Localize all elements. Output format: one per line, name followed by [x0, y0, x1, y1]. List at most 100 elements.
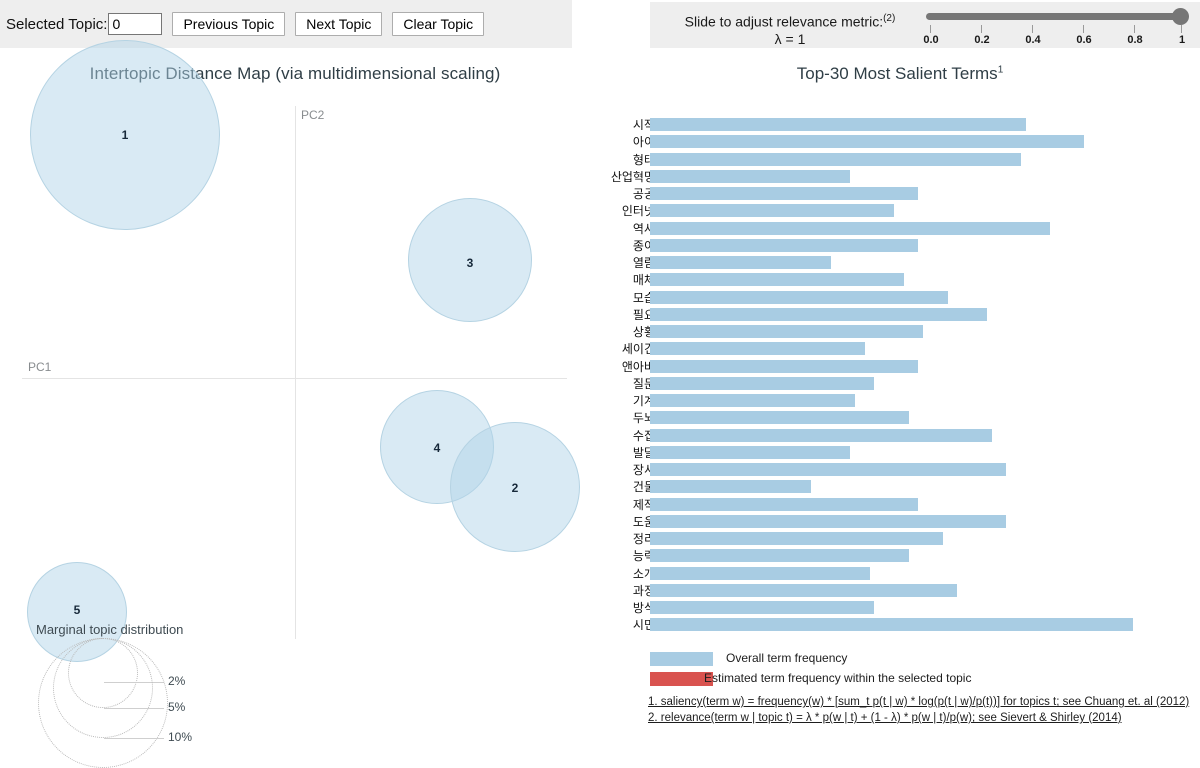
bar-rect[interactable] — [650, 480, 812, 494]
bar-label: 상황 — [632, 325, 655, 339]
bar-label: 시작 — [632, 118, 655, 132]
bar-row[interactable]: 건물 — [600, 480, 1200, 494]
bar-rect[interactable] — [650, 566, 870, 580]
footnote-relevance[interactable]: 2. relevance(term w | topic t) = λ * p(w… — [648, 712, 1122, 724]
bar-row[interactable]: 발달 — [600, 445, 1200, 460]
bar-row[interactable]: 장서 — [600, 463, 1200, 477]
bar-rect[interactable] — [650, 601, 875, 614]
bar-rect[interactable] — [650, 583, 958, 597]
bar-label: 필요 — [632, 307, 655, 322]
selected-topic-label: Selected Topic: — [6, 15, 108, 33]
marginal-ring-label-2pct: 2% — [168, 674, 186, 688]
bar-label: 과정 — [632, 583, 655, 598]
bar-label: 세이건 — [621, 342, 655, 357]
topic-bubble-label-3: 3 — [466, 256, 474, 270]
lambda-slider-thumb[interactable] — [1172, 8, 1189, 25]
bar-row[interactable]: 아이 — [600, 135, 1200, 149]
bar-row[interactable]: 상황 — [600, 325, 1200, 339]
lambda-slider-track[interactable] — [926, 13, 1184, 20]
bar-rect[interactable] — [650, 428, 992, 442]
bar-rect[interactable] — [650, 204, 894, 218]
bar-rect[interactable] — [650, 463, 1007, 476]
bar-rect[interactable] — [650, 376, 875, 390]
bar-rect[interactable] — [650, 445, 851, 459]
bar-row[interactable]: 산업혁명 — [600, 169, 1200, 184]
bar-row[interactable]: 세이건 — [600, 342, 1200, 356]
bar-rect[interactable] — [650, 118, 1026, 131]
marginal-topic-distribution-caption: Marginal topic distribution — [36, 622, 184, 637]
bar-rect[interactable] — [650, 169, 851, 183]
next-topic-button[interactable]: Next Topic — [295, 12, 383, 36]
intertopic-distance-panel: Selected Topic: Previous Topic Next Topi… — [0, 0, 600, 768]
topic-bubble-label-1: 1 — [121, 128, 129, 142]
bar-row[interactable]: 정리 — [600, 532, 1200, 546]
bar-row[interactable]: 기계 — [600, 394, 1200, 408]
slider-tick-mark-0 — [930, 25, 931, 33]
bar-rect[interactable] — [650, 238, 919, 252]
lambda-value-label: λ = 1 — [774, 30, 806, 47]
footnote-saliency[interactable]: 1. saliency(term w) = frequency(w) * [su… — [648, 696, 1189, 708]
bar-label: 질문 — [632, 376, 655, 391]
bar-row[interactable]: 모습 — [600, 290, 1200, 305]
bar-rect[interactable] — [650, 325, 924, 338]
bar-row[interactable]: 방식 — [600, 601, 1200, 615]
bar-rect[interactable] — [650, 273, 904, 287]
bar-label: 시민 — [632, 618, 655, 633]
bar-row[interactable]: 필요 — [600, 307, 1200, 322]
bar-rect[interactable] — [650, 187, 919, 200]
selected-topic-input[interactable] — [108, 13, 163, 35]
bar-row[interactable]: 앤아버 — [600, 359, 1200, 374]
bar-rect[interactable] — [650, 256, 831, 269]
bar-label: 형태 — [632, 152, 655, 167]
salient-terms-title: Top-30 Most Salient Terms1 — [600, 64, 1200, 84]
bar-label: 기계 — [632, 394, 655, 408]
bar-row[interactable]: 역사 — [600, 221, 1200, 236]
bar-row[interactable]: 제작 — [600, 497, 1200, 512]
intertopic-map-canvas[interactable]: PC1 PC2 1 3 4 2 5 — [0, 40, 600, 662]
pc1-axis-label: PC1 — [28, 360, 52, 374]
bar-row[interactable]: 시민 — [600, 618, 1200, 632]
bar-rect[interactable] — [650, 221, 1051, 235]
legend-label-overall: Overall term frequency — [726, 651, 848, 665]
bar-label: 제작 — [632, 497, 655, 512]
bar-rect[interactable] — [650, 342, 865, 356]
bar-rect[interactable] — [650, 152, 1021, 166]
bar-rect[interactable] — [650, 307, 987, 321]
bar-rect[interactable] — [650, 135, 1085, 149]
bar-rect[interactable] — [650, 549, 909, 563]
bar-row[interactable]: 열람 — [600, 256, 1200, 270]
bar-rect[interactable] — [650, 411, 909, 425]
bar-label: 소개 — [632, 566, 655, 581]
bar-row[interactable]: 수집 — [600, 428, 1200, 443]
salient-terms-title-text: Top-30 Most Salient Terms — [796, 64, 998, 83]
lambda-slider[interactable]: 0.0 0.2 0.4 0.6 0.8 1 — [922, 8, 1192, 46]
bar-row[interactable]: 소개 — [600, 566, 1200, 581]
previous-topic-button[interactable]: Previous Topic — [172, 12, 286, 36]
bar-label: 장서 — [632, 463, 655, 477]
bar-row[interactable]: 공공 — [600, 187, 1200, 201]
bar-rect[interactable] — [650, 618, 1134, 632]
bar-rect[interactable] — [650, 514, 1007, 528]
clear-topic-button[interactable]: Clear Topic — [392, 12, 485, 36]
bar-row[interactable]: 능력 — [600, 549, 1200, 563]
bar-row[interactable]: 시작 — [600, 118, 1200, 132]
bar-row[interactable]: 질문 — [600, 376, 1200, 391]
bar-row[interactable]: 인터넷 — [600, 204, 1200, 218]
bar-rect[interactable] — [650, 394, 855, 407]
salient-terms-title-superscript: 1 — [997, 64, 1004, 76]
legend-label-estimated: Estimated term frequency within the sele… — [704, 671, 972, 685]
bar-rect[interactable] — [650, 359, 919, 373]
salient-terms-panel: Slide to adjust relevance metric:(2) λ =… — [600, 0, 1200, 753]
bar-row[interactable]: 종이 — [600, 238, 1200, 253]
bar-row[interactable]: 형태 — [600, 152, 1200, 167]
bar-row[interactable]: 두뇌 — [600, 411, 1200, 425]
bar-rect[interactable] — [650, 290, 948, 304]
bar-rect[interactable] — [650, 497, 919, 511]
salient-terms-bar-chart: 시작아이형태산업혁명공공인터넷역사종이열람매체모습필요상황세이건앤아버질문기계두… — [600, 118, 1200, 638]
bar-row[interactable]: 과정 — [600, 583, 1200, 598]
marginal-ring-leader-10pct — [104, 738, 164, 739]
slider-tick-mark-5 — [1181, 25, 1182, 33]
bar-row[interactable]: 매체 — [600, 273, 1200, 287]
bar-row[interactable]: 도움 — [600, 514, 1200, 529]
bar-rect[interactable] — [650, 532, 943, 545]
